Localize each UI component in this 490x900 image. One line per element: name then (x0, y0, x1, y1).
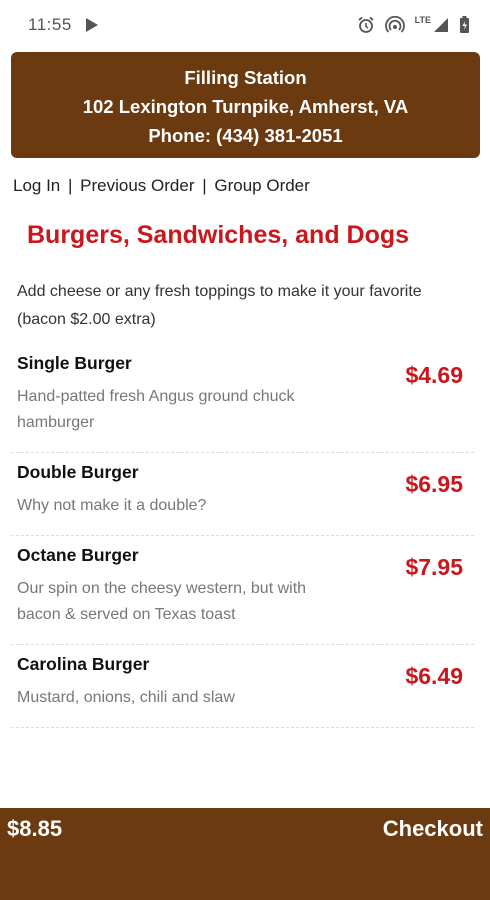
restaurant-header: Filling Station 102 Lexington Turnpike, … (11, 52, 480, 158)
item-price: $4.69 (405, 362, 463, 388)
item-description: Mustard, onions, chili and slaw (17, 689, 235, 706)
checkout-button[interactable]: Checkout (383, 816, 483, 842)
item-price: $7.95 (405, 554, 463, 580)
nav-separator: | (202, 176, 207, 195)
item-price: $6.95 (405, 471, 463, 497)
item-description: Hand-patted fresh Angus ground chuck ham… (17, 388, 295, 431)
status-icons: LTE (357, 15, 470, 34)
restaurant-address: 102 Lexington Turnpike, Amherst, VA (82, 96, 409, 117)
hotspot-icon (384, 16, 405, 34)
menu-item[interactable]: Carolina Burger Mustard, onions, chili a… (11, 645, 474, 728)
menu-item[interactable]: Double Burger Why not make it a double? … (11, 453, 474, 536)
section-description: Add cheese or any fresh toppings to make… (17, 283, 422, 328)
account-nav: Log In | Previous Order | Group Order (13, 176, 310, 196)
play-icon (85, 18, 98, 32)
menu-item-list: Single Burger Hand-patted fresh Angus gr… (11, 344, 474, 728)
cart-total: $8.85 (7, 816, 63, 841)
cart-bar: $8.85 Checkout (0, 808, 490, 900)
item-description: Our spin on the cheesy western, but with… (17, 580, 307, 623)
restaurant-name: Filling Station (184, 67, 307, 88)
signal-icon (433, 17, 449, 33)
nav-separator: | (68, 176, 73, 195)
battery-icon (459, 16, 470, 34)
status-bar: 11:55 LTE (0, 0, 490, 50)
group-order-link[interactable]: Group Order (214, 176, 309, 195)
network-label: LTE (414, 15, 431, 25)
section-title: Burgers, Sandwiches, and Dogs (27, 221, 410, 249)
status-time: 11:55 (28, 15, 72, 34)
restaurant-phone[interactable]: Phone: (434) 381-2051 (11, 121, 480, 150)
menu-item[interactable]: Octane Burger Our spin on the cheesy wes… (11, 536, 474, 645)
item-price: $6.49 (405, 663, 463, 689)
item-description: Why not make it a double? (17, 497, 207, 514)
login-link[interactable]: Log In (13, 176, 60, 195)
previous-order-link[interactable]: Previous Order (80, 176, 194, 195)
alarm-icon (357, 16, 375, 34)
menu-item[interactable]: Single Burger Hand-patted fresh Angus gr… (11, 344, 474, 453)
